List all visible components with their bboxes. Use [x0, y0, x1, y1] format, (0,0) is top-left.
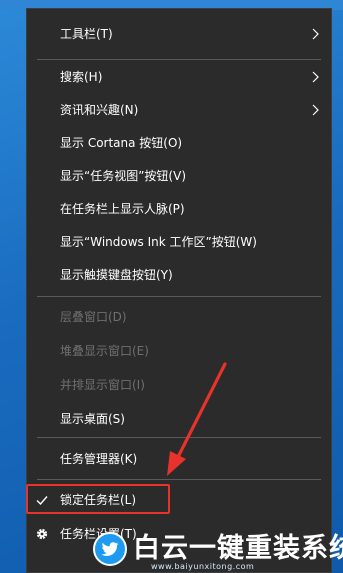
chevron-right-icon: [312, 71, 319, 83]
menu-item-show-task-view-button[interactable]: 显示“任务视图”按钮(V): [27, 159, 331, 193]
menu-item-label: 搜索(H): [60, 70, 103, 84]
menu-item-side-by-side-windows: 并排显示窗口(I): [27, 368, 331, 402]
watermark-text: 白云一键重装系统: [133, 533, 343, 564]
watermark: 白云一键重装系统 www.baiyunxitong.com: [93, 529, 343, 571]
menu-separator: [37, 437, 321, 438]
watermark-url: www.baiyunxitong.com: [151, 562, 255, 571]
menu-item-label: 显示“Windows Ink 工作区”按钮(W): [60, 235, 257, 249]
menu-item-label: 显示触摸键盘按钮(Y): [60, 268, 173, 282]
menu-item-show-cortana-button[interactable]: 显示 Cortana 按钮(O): [27, 126, 331, 160]
chevron-right-icon: [312, 104, 319, 116]
menu-separator: [37, 479, 321, 480]
gear-icon: [36, 528, 48, 540]
menu-item-label: 显示“任务视图”按钮(V): [60, 169, 187, 183]
menu-item-label: 在任务栏上显示人脉(P): [60, 202, 185, 216]
highlight-annotation-box: [26, 484, 170, 514]
menu-item-label: 并排显示窗口(I): [60, 378, 145, 392]
chevron-right-icon: [312, 28, 319, 40]
menu-item-label: 层叠窗口(D): [60, 310, 127, 324]
menu-item-label: 任务管理器(K): [60, 452, 138, 466]
menu-item-label: 显示 Cortana 按钮(O): [60, 136, 183, 150]
menu-item-toolbars[interactable]: 工具栏(T): [27, 17, 331, 51]
menu-item-label: 堆叠显示窗口(E): [60, 344, 149, 358]
menu-item-label: 资讯和兴趣(N): [60, 103, 139, 117]
menu-item-news-and-interests[interactable]: 资讯和兴趣(N): [27, 93, 331, 127]
menu-item-show-desktop[interactable]: 显示桌面(S): [27, 402, 331, 436]
menu-separator: [37, 296, 321, 297]
menu-item-show-windows-ink-button[interactable]: 显示“Windows Ink 工作区”按钮(W): [27, 225, 331, 259]
menu-item-task-manager[interactable]: 任务管理器(K): [27, 442, 331, 476]
twitter-bird-icon: [93, 532, 127, 566]
menu-item-label: 工具栏(T): [60, 27, 113, 41]
menu-item-cascade-windows: 层叠窗口(D): [27, 300, 331, 334]
menu-item-search[interactable]: 搜索(H): [27, 60, 331, 94]
menu-item-stack-windows: 堆叠显示窗口(E): [27, 334, 331, 368]
menu-item-show-touch-keyboard-button[interactable]: 显示触摸键盘按钮(Y): [27, 258, 331, 292]
menu-item-show-people[interactable]: 在任务栏上显示人脉(P): [27, 192, 331, 226]
menu-item-label: 显示桌面(S): [60, 412, 125, 426]
